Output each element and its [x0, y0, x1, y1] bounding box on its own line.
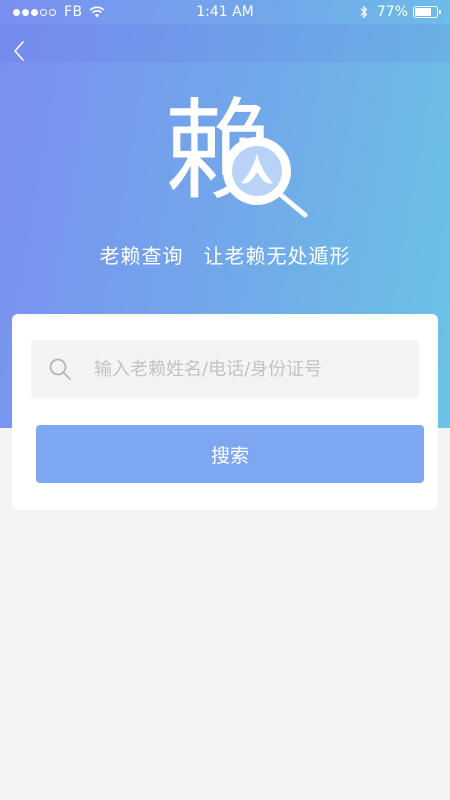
status-bar: FB 1:41 AM 77% — [0, 0, 450, 24]
slogan-part2: 让老赖无处遁形 — [203, 244, 351, 268]
slogan-part1: 老赖查询 — [99, 244, 184, 268]
slogan: 老赖查询 让老赖无处遁形 — [0, 240, 450, 269]
battery-percent: 77% — [376, 4, 408, 20]
battery-icon — [413, 6, 441, 18]
back-button[interactable] — [6, 36, 32, 66]
magnifier-person-icon — [223, 137, 308, 218]
bluetooth-icon — [360, 5, 368, 19]
nav-bar-background — [0, 24, 450, 62]
battery-level — [415, 8, 432, 16]
app-logo: 赖 — [160, 87, 310, 222]
status-right: 77% — [359, 4, 441, 20]
chevron-left-icon — [14, 41, 24, 61]
search-button[interactable]: 搜索 — [36, 425, 424, 483]
search-icon — [49, 358, 71, 380]
search-input[interactable] — [94, 358, 394, 380]
search-card: 搜索 — [12, 314, 438, 510]
search-box[interactable] — [31, 340, 419, 398]
